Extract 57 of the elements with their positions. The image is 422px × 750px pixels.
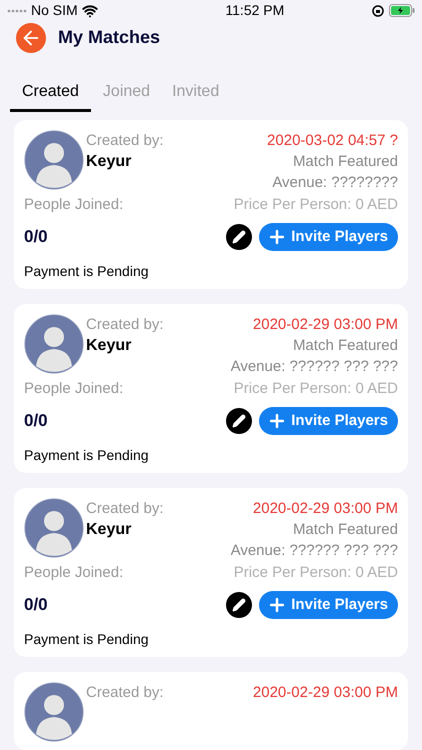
- created-by-label: Created by:: [86, 499, 164, 519]
- match-card[interactable]: Created by: Keyur 2020-02-29 03:00 PM Match Featured Avenue: ?????? ??? ??? People Joined: Price Per Person: 0 AED 0/0 Invite Players Payment is Pending: [14, 304, 408, 473]
- people-joined-label: People Joined:: [24, 195, 124, 215]
- creator-name: Keyur: [86, 520, 132, 540]
- invite-players-button[interactable]: Invite Players: [259, 407, 398, 435]
- avatar-icon: [24, 682, 84, 742]
- match-date: 2020-02-29 03:00 PM: [252, 683, 398, 703]
- clock-text: 11:52 PM: [225, 1, 284, 20]
- edit-button[interactable]: [226, 592, 252, 618]
- carrier-text: No SIM: [31, 1, 78, 20]
- edit-button[interactable]: [226, 224, 252, 250]
- joined-count: 0/0: [24, 410, 48, 432]
- created-by-label: Created by:: [86, 315, 164, 335]
- joined-count: 0/0: [24, 226, 48, 248]
- match-date: 2020-02-29 03:00 PM: [252, 315, 398, 335]
- edit-button[interactable]: [226, 408, 252, 434]
- signal-icon: [7, 8, 27, 12]
- tab[interactable]: Invited: [162, 74, 230, 112]
- match-card[interactable]: Created by: 2020-02-29 03:00 PM: [14, 672, 408, 750]
- match-date: 2020-02-29 03:00 PM: [252, 499, 398, 519]
- avenue-text: Avenue: ?????? ??? ???: [230, 357, 398, 377]
- pencil-icon: [232, 598, 246, 612]
- price-text: Price Per Person: 0 AED: [234, 563, 398, 583]
- creator-name: Keyur: [86, 152, 132, 172]
- wifi-icon: [82, 2, 98, 18]
- people-joined-label: People Joined:: [24, 563, 124, 583]
- tab[interactable]: Created: [10, 74, 91, 112]
- price-text: Price Per Person: 0 AED: [234, 379, 398, 399]
- invite-players-button[interactable]: Invite Players: [259, 223, 398, 251]
- payment-status: Payment is Pending: [24, 262, 150, 281]
- invite-players-button[interactable]: Invite Players: [259, 591, 398, 619]
- joined-count: 0/0: [24, 594, 48, 616]
- avatar-icon: [24, 498, 84, 558]
- avatar-icon: [24, 314, 84, 374]
- battery-icon: [388, 4, 415, 17]
- match-date: 2020-03-02 04:57 ?: [267, 131, 398, 151]
- avatar-icon: [24, 130, 84, 190]
- match-title: Match Featured: [292, 336, 398, 356]
- creator-name: Keyur: [86, 336, 132, 356]
- match-title: Match Featured: [292, 152, 398, 172]
- price-text: Price Per Person: 0 AED: [234, 195, 398, 215]
- page-title: My Matches: [58, 26, 160, 49]
- back-button[interactable]: [16, 22, 46, 52]
- avenue-text: Avenue: ?????? ??? ???: [230, 541, 398, 561]
- match-card[interactable]: Created by: Keyur 2020-02-29 03:00 PM Match Featured Avenue: ?????? ??? ??? People Joined: Price Per Person: 0 AED 0/0 Invite Players Payment is Pending: [14, 488, 408, 657]
- tab[interactable]: Joined: [92, 74, 160, 112]
- payment-status: Payment is Pending: [24, 630, 150, 649]
- pencil-icon: [232, 230, 246, 244]
- people-joined-label: People Joined:: [24, 379, 124, 399]
- created-by-label: Created by:: [86, 131, 164, 151]
- match-title: Match Featured: [292, 520, 398, 540]
- avenue-text: Avenue: ????????: [272, 173, 398, 193]
- pencil-icon: [232, 414, 246, 428]
- payment-status: Payment is Pending: [24, 446, 150, 465]
- rotation-lock-icon: [372, 4, 384, 16]
- created-by-label: Created by:: [86, 683, 164, 703]
- match-card[interactable]: Created by: Keyur 2020-03-02 04:57 ? Match Featured Avenue: ???????? People Joined: Price Per Person: 0 AED 0/0 Invite Players Payment is Pending: [14, 120, 408, 289]
